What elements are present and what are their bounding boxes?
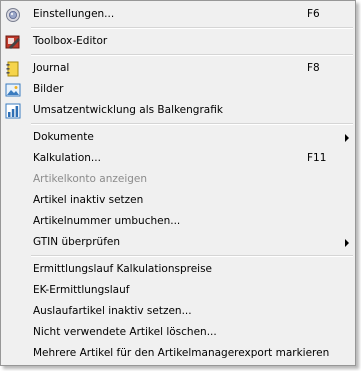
menu-item-label: Auslaufartikel inaktiv setzen... bbox=[33, 305, 192, 317]
menu-separator bbox=[31, 123, 353, 125]
menu-item-label: Toolbox-Editor bbox=[33, 35, 108, 47]
menu-item-label: Nicht verwendete Artikel löschen... bbox=[33, 326, 217, 338]
images-icon bbox=[5, 82, 21, 98]
menu-item-sales-chart[interactable]: Umsatzentwicklung als Balkengrafik bbox=[1, 100, 355, 121]
settings-icon bbox=[5, 7, 21, 23]
menu-item-calc-prices-run[interactable]: Ermittlungslauf Kalkulationspreise bbox=[1, 259, 355, 280]
menu-separator bbox=[31, 54, 353, 56]
context-menu: Einstellungen... F6 Toolbox-Editor Journ… bbox=[0, 0, 356, 366]
menu-item-label: Dokumente bbox=[33, 131, 94, 143]
menu-item-set-inactive[interactable]: Artikel inaktiv setzen bbox=[1, 190, 355, 211]
menu-item-settings[interactable]: Einstellungen... F6 bbox=[1, 4, 355, 25]
submenu-arrow-icon bbox=[345, 134, 349, 142]
menu-item-label: Einstellungen... bbox=[33, 8, 115, 20]
menu-separator bbox=[31, 27, 353, 29]
menu-item-toolbox-editor[interactable]: Toolbox-Editor bbox=[1, 31, 355, 52]
menu-item-label: EK-Ermittlungslauf bbox=[33, 284, 130, 296]
menu-item-article-account: Artikelkonto anzeigen bbox=[1, 169, 355, 190]
menu-item-label: Artikelnummer umbuchen... bbox=[33, 215, 181, 227]
menu-item-discontinued-inactive[interactable]: Auslaufartikel inaktiv setzen... bbox=[1, 301, 355, 322]
journal-icon bbox=[5, 61, 21, 77]
menu-item-rebook-number[interactable]: Artikelnummer umbuchen... bbox=[1, 211, 355, 232]
menu-item-label: Umsatzentwicklung als Balkengrafik bbox=[33, 104, 223, 116]
menu-item-label: Artikel inaktiv setzen bbox=[33, 194, 144, 206]
menu-item-images[interactable]: Bilder bbox=[1, 79, 355, 100]
shortcut-label: F6 bbox=[307, 8, 320, 20]
menu-item-label: Kalkulation... bbox=[33, 152, 101, 164]
menu-item-journal[interactable]: Journal F8 bbox=[1, 58, 355, 79]
submenu-arrow-icon bbox=[345, 239, 349, 247]
shortcut-label: F8 bbox=[307, 62, 320, 74]
shortcut-label: F11 bbox=[307, 152, 327, 164]
menu-item-label: Ermittlungslauf Kalkulationspreise bbox=[33, 263, 213, 275]
menu-item-label: Bilder bbox=[33, 83, 64, 95]
menu-item-label: Artikelkonto anzeigen bbox=[33, 173, 148, 185]
menu-item-delete-unused[interactable]: Nicht verwendete Artikel löschen... bbox=[1, 322, 355, 343]
menu-item-label: Journal bbox=[33, 62, 70, 74]
menu-item-check-gtin[interactable]: GTIN überprüfen bbox=[1, 232, 355, 253]
toolbox-editor-icon bbox=[5, 34, 21, 50]
menu-item-label: Mehrere Artikel für den Artikelmanagerex… bbox=[33, 347, 330, 359]
menu-item-calculation[interactable]: Kalkulation... F11 bbox=[1, 148, 355, 169]
menu-item-ek-run[interactable]: EK-Ermittlungslauf bbox=[1, 280, 355, 301]
menu-item-mark-for-export[interactable]: Mehrere Artikel für den Artikelmanagerex… bbox=[1, 343, 355, 364]
menu-separator bbox=[31, 255, 353, 257]
bar-chart-icon bbox=[5, 103, 21, 119]
menu-item-label: GTIN überprüfen bbox=[33, 236, 121, 248]
menu-item-documents[interactable]: Dokumente bbox=[1, 127, 355, 148]
